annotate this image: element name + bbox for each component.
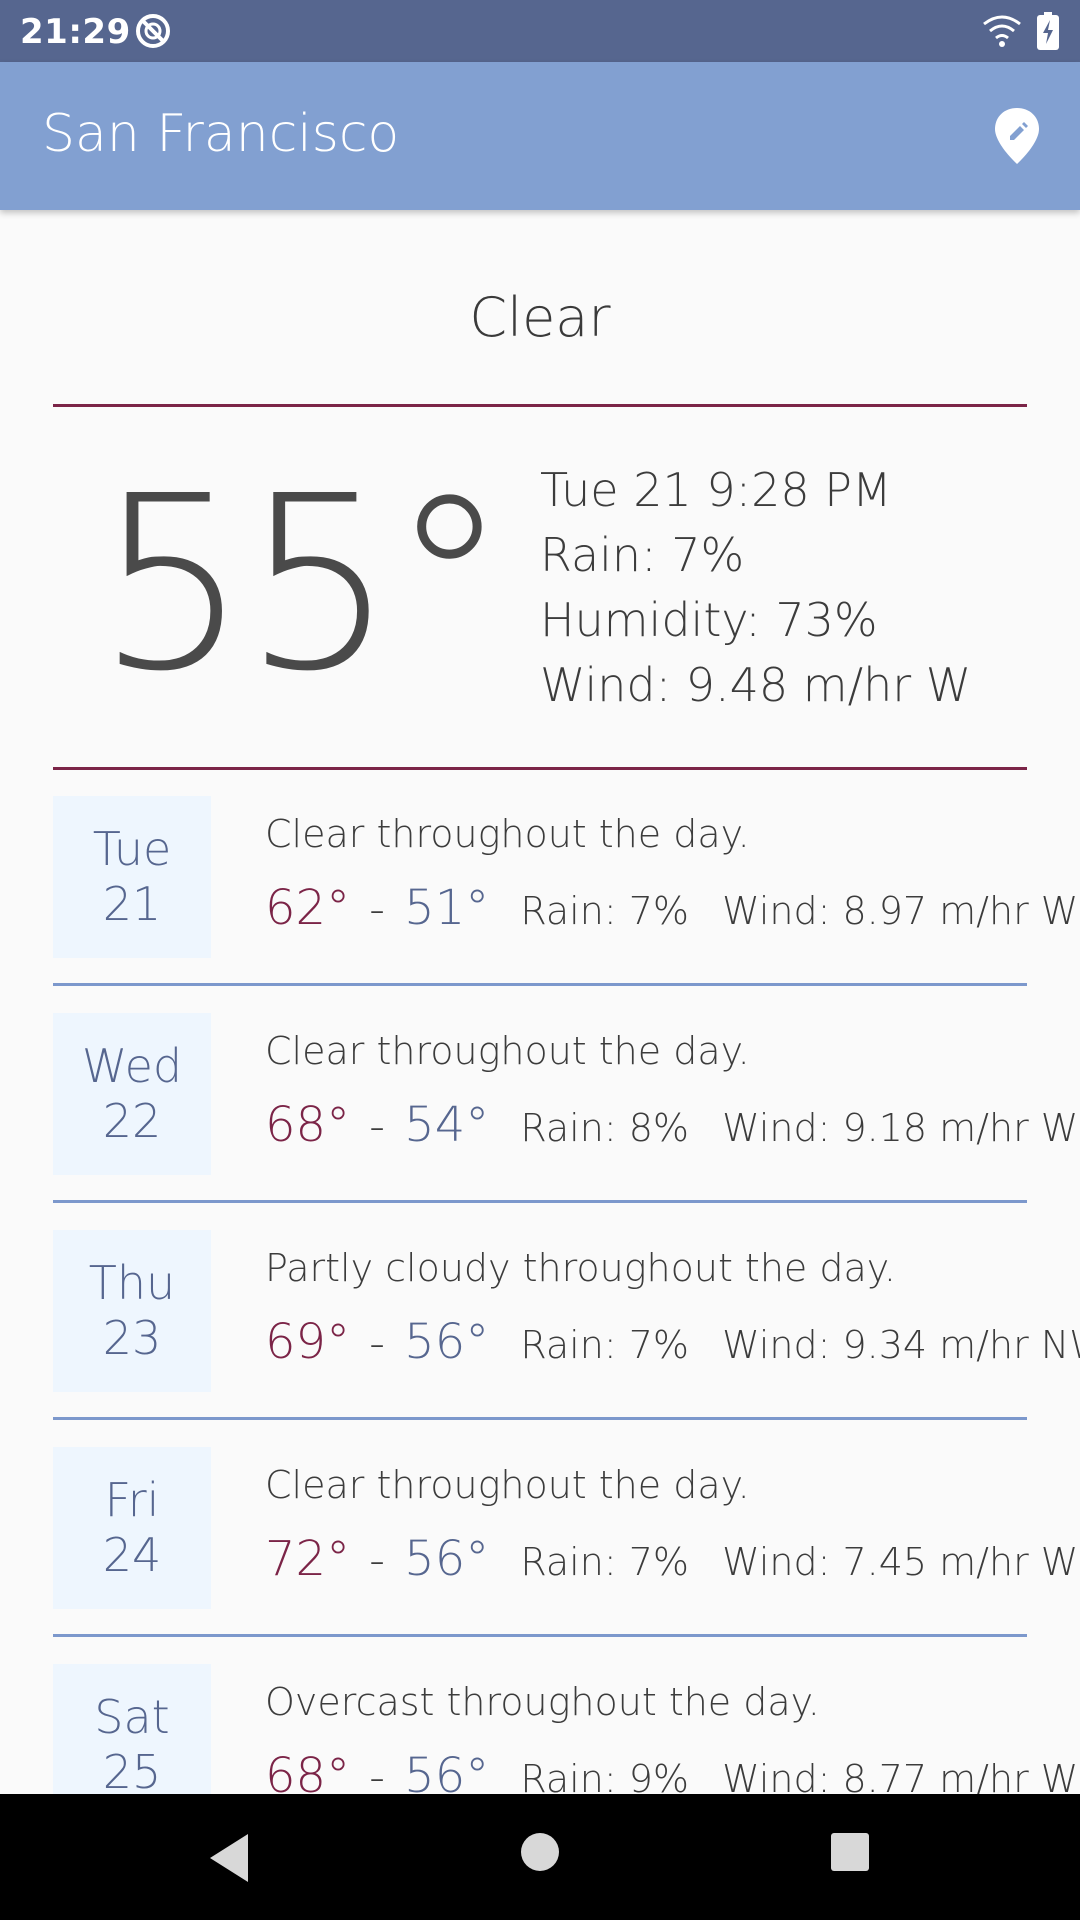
forecast-details: 69° - 56° Rain: 7% Wind: 9.34 m/hr NW: [265, 1314, 1080, 1370]
forecast-rain: Rain: 7%: [520, 889, 689, 933]
divider: [53, 1417, 1027, 1420]
high-temp: 68°: [265, 1097, 351, 1153]
temp-separator: -: [369, 884, 386, 935]
divider: [53, 1200, 1027, 1203]
forecast-wind: Wind: 9.18 m/hr W: [722, 1106, 1079, 1150]
weather-screen: 21:29 San Francisco Clear 55° Tue 21 9:2: [0, 0, 1080, 1920]
day-name: Tue: [92, 822, 172, 876]
day-date: 23: [102, 1311, 162, 1365]
current-temperature: 55°: [96, 444, 509, 724]
status-bar: 21:29: [0, 0, 1080, 62]
recents-icon[interactable]: [830, 1832, 870, 1872]
high-temp: 69°: [265, 1314, 351, 1370]
current-details: Tue 21 9:28 PM Rain: 7% Humidity: 73% Wi…: [540, 458, 971, 718]
current-datetime: Tue 21 9:28 PM: [540, 463, 892, 517]
navigation-bar: [0, 1794, 1080, 1920]
wifi-icon: [983, 15, 1021, 47]
temp-separator: -: [369, 1535, 386, 1586]
current-wind: Wind: 9.48 m/hr W: [540, 658, 972, 712]
day-name: Sat: [94, 1690, 170, 1744]
status-time: 21:29: [20, 12, 131, 52]
forecast-summary: Clear throughout the day.: [265, 1463, 750, 1507]
day-date: 21: [102, 877, 162, 931]
forecast-row[interactable]: Fri 24 Clear throughout the day. 72° - 5…: [53, 1447, 1078, 1617]
high-temp: 72°: [265, 1531, 351, 1587]
low-temp: 56°: [404, 1531, 490, 1587]
forecast-details: 68° - 54° Rain: 8% Wind: 9.18 m/hr W: [265, 1097, 1078, 1153]
forecast-details: 62° - 51° Rain: 7% Wind: 8.97 m/hr W: [265, 880, 1078, 936]
back-icon[interactable]: [204, 1830, 254, 1886]
day-box: Thu 23: [53, 1230, 211, 1392]
page-title: San Francisco: [42, 104, 400, 164]
divider: [53, 404, 1027, 407]
current-rain: Rain: 7%: [540, 528, 745, 582]
forecast-row[interactable]: Thu 23 Partly cloudy throughout the day.…: [53, 1230, 1080, 1400]
forecast-rain: Rain: 7%: [520, 1540, 689, 1584]
current-humidity: Humidity: 73%: [540, 593, 878, 647]
low-temp: 51°: [404, 880, 490, 936]
forecast-summary: Partly cloudy throughout the day.: [265, 1246, 896, 1290]
forecast-wind: Wind: 8.97 m/hr W: [722, 889, 1079, 933]
divider: [53, 1634, 1027, 1637]
day-box: Fri 24: [53, 1447, 211, 1609]
day-box: Wed 22: [53, 1013, 211, 1175]
day-name: Wed: [81, 1039, 183, 1093]
divider: [53, 983, 1027, 986]
current-summary: Clear: [469, 286, 611, 349]
forecast-rain: Rain: 7%: [520, 1323, 689, 1367]
low-temp: 56°: [404, 1314, 490, 1370]
forecast-row[interactable]: Wed 22 Clear throughout the day. 68° - 5…: [53, 1013, 1078, 1183]
day-box: Tue 21: [53, 796, 211, 958]
forecast-summary: Clear throughout the day.: [265, 1029, 750, 1073]
edit-location-icon[interactable]: [992, 106, 1042, 166]
home-icon[interactable]: [520, 1832, 560, 1872]
forecast-summary: Overcast throughout the day.: [265, 1680, 820, 1724]
divider: [53, 767, 1027, 770]
high-temp: 62°: [265, 880, 351, 936]
day-date: 22: [102, 1094, 162, 1148]
day-date: 25: [102, 1745, 162, 1799]
day-name: Thu: [88, 1256, 176, 1310]
forecast-rain: Rain: 8%: [520, 1106, 689, 1150]
day-date: 24: [102, 1528, 162, 1582]
forecast-wind: Wind: 7.45 m/hr W: [722, 1540, 1079, 1584]
forecast-row[interactable]: Tue 21 Clear throughout the day. 62° - 5…: [53, 796, 1078, 966]
battery-charging-icon: [1037, 12, 1059, 50]
temp-separator: -: [369, 1318, 386, 1369]
temp-separator: -: [369, 1101, 386, 1152]
forecast-details: 72° - 56° Rain: 7% Wind: 7.45 m/hr W: [265, 1531, 1078, 1587]
forecast-summary: Clear throughout the day.: [265, 812, 750, 856]
do-not-disturb-icon: [136, 14, 170, 48]
app-bar: San Francisco: [0, 62, 1080, 210]
low-temp: 54°: [404, 1097, 490, 1153]
day-name: Fri: [104, 1473, 160, 1527]
forecast-wind: Wind: 9.34 m/hr NW: [722, 1323, 1080, 1367]
